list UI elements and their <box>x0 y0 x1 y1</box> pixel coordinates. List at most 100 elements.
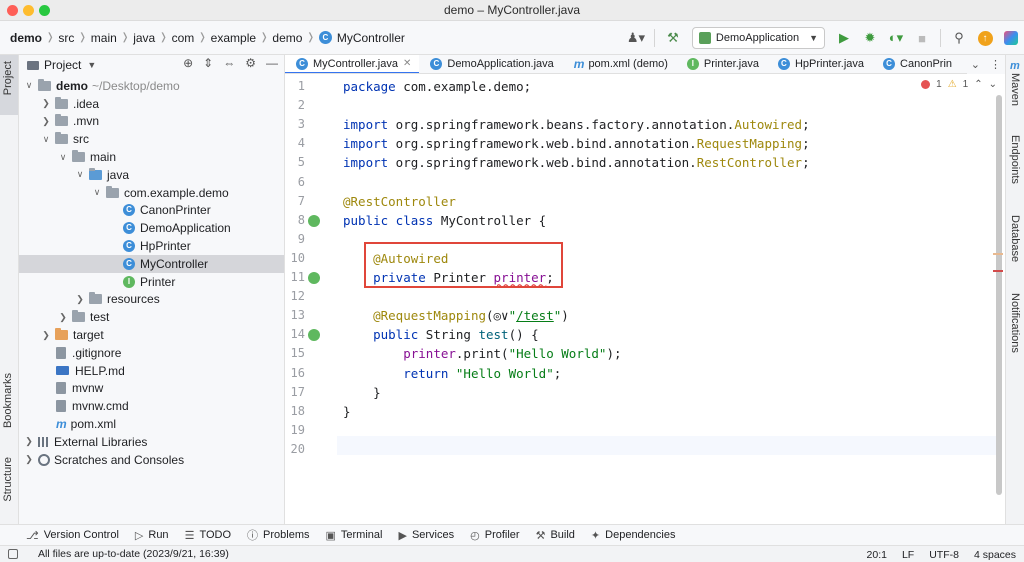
close-window-button[interactable] <box>7 5 18 16</box>
tree-item[interactable]: ❯ test <box>19 308 284 326</box>
breadcrumb-item[interactable]: demo <box>272 31 302 45</box>
chevron-down-icon[interactable]: ⌄ <box>971 58 980 71</box>
inspection-widget[interactable]: 1 ⚠ 1 ⌃ ⌄ <box>921 79 997 90</box>
stop-icon[interactable]: ■ <box>911 27 933 49</box>
toggle-tool-windows-icon[interactable] <box>8 549 18 559</box>
tree-item[interactable]: ∨ main <box>19 148 284 166</box>
structure-tool-button[interactable]: Structure <box>2 457 14 502</box>
chevron-right-icon[interactable]: ❯ <box>40 98 52 109</box>
chevron-down-icon[interactable]: ▼ <box>87 60 96 70</box>
chevron-down-icon[interactable]: ∨ <box>74 169 86 180</box>
tree-item[interactable]: ∨ com.example.demo <box>19 184 284 202</box>
breadcrumb-item[interactable]: src <box>58 31 74 45</box>
spring-bean-icon[interactable] <box>308 214 320 227</box>
tool-window-button[interactable]: ✦ Dependencies <box>591 529 676 542</box>
tool-window-button[interactable]: ⎇ Version Control <box>26 529 119 542</box>
project-panel-title[interactable]: Project <box>44 58 81 72</box>
chevron-right-icon[interactable]: ❯ <box>40 330 52 341</box>
editor-tab[interactable]: I Printer.java <box>676 55 767 73</box>
update-icon[interactable]: ↑ <box>974 27 996 49</box>
hide-panel-icon[interactable]: — <box>266 56 278 70</box>
locate-icon[interactable]: ⊕ <box>183 56 193 70</box>
chevron-right-icon[interactable]: ❯ <box>40 116 52 127</box>
tree-item[interactable]: ❯ target <box>19 326 284 344</box>
chevron-up-icon[interactable]: ⌃ <box>974 79 982 90</box>
notifications-tool-button[interactable]: Notifications <box>1009 293 1021 353</box>
coverage-icon[interactable]: ◐▾ <box>885 27 907 49</box>
chevron-right-icon[interactable]: ❯ <box>57 312 69 323</box>
chevron-down-icon[interactable]: ∨ <box>91 187 103 198</box>
tree-item[interactable]: mvnw.cmd <box>19 397 284 415</box>
breadcrumb-item[interactable]: main <box>91 31 117 45</box>
code-editor[interactable]: package com.example.demo; import org.spri… <box>337 75 997 524</box>
endpoints-tool-button[interactable]: Endpoints <box>1009 135 1021 184</box>
run-configuration-select[interactable]: DemoApplication ▼ <box>691 27 825 49</box>
indent-setting[interactable]: 4 spaces <box>974 549 1016 561</box>
breadcrumb-item[interactable]: example <box>211 31 256 45</box>
tool-window-button[interactable]: ☰ TODO <box>185 529 231 542</box>
editor-tab[interactable]: m pom.xml (demo) <box>562 55 676 73</box>
account-icon[interactable]: ♟▾ <box>625 27 647 49</box>
tree-item[interactable]: HELP.md <box>19 362 284 380</box>
breadcrumb-item[interactable]: java <box>133 31 155 45</box>
tool-window-button[interactable]: ▣ Terminal <box>325 529 382 542</box>
breadcrumb-item[interactable]: com <box>172 31 195 45</box>
chevron-down-icon[interactable]: ⌄ <box>989 79 997 90</box>
zoom-window-button[interactable] <box>39 5 50 16</box>
maven-tool-button[interactable]: Maven <box>1009 73 1021 106</box>
minimize-window-button[interactable] <box>23 5 34 16</box>
file-encoding[interactable]: UTF-8 <box>929 549 959 561</box>
search-icon[interactable]: ⚲ <box>948 27 970 49</box>
tree-item[interactable]: ∨ java <box>19 166 284 184</box>
tree-item[interactable]: .gitignore <box>19 344 284 362</box>
tree-item[interactable]: ❯ .mvn <box>19 113 284 131</box>
tree-item[interactable]: C HpPrinter <box>19 237 284 255</box>
close-icon[interactable]: ✕ <box>403 58 411 69</box>
chevron-right-icon[interactable]: ❯ <box>74 294 86 305</box>
expand-all-icon[interactable]: ⇕ <box>203 56 213 70</box>
chevron-down-icon[interactable]: ∨ <box>23 80 35 91</box>
vertical-scrollbar[interactable] <box>996 95 1002 495</box>
more-icon[interactable]: ⋮ <box>990 58 1001 71</box>
database-tool-button[interactable]: Database <box>1009 215 1021 262</box>
error-marker[interactable] <box>993 270 1003 272</box>
tree-item[interactable]: m pom.xml <box>19 415 284 433</box>
breadcrumb-item[interactable]: demo <box>10 31 42 45</box>
endpoint-icon[interactable] <box>308 329 320 342</box>
autowired-icon[interactable] <box>308 272 320 284</box>
bookmarks-tool-button[interactable]: Bookmarks <box>2 373 14 428</box>
line-separator[interactable]: LF <box>902 549 914 561</box>
editor-tab[interactable]: C CanonPrin <box>872 55 960 73</box>
chevron-down-icon[interactable]: ∨ <box>40 134 52 145</box>
tool-window-button[interactable]: ▶ Services <box>398 529 454 542</box>
tree-item[interactable]: C CanonPrinter <box>19 202 284 220</box>
tree-item[interactable]: ❯ Scratches and Consoles <box>19 451 284 469</box>
tree-item[interactable]: mvnw <box>19 380 284 398</box>
jetbrains-logo-icon[interactable] <box>1000 27 1022 49</box>
editor-tab[interactable]: C MyController.java ✕ <box>285 55 420 73</box>
chevron-down-icon[interactable]: ∨ <box>57 152 69 163</box>
warning-marker[interactable] <box>993 253 1003 255</box>
tool-window-button[interactable]: ⓘ Problems <box>247 527 309 543</box>
project-tool-button[interactable]: Project <box>0 55 18 115</box>
tree-item[interactable]: ❯ .idea <box>19 95 284 113</box>
chevron-right-icon[interactable]: ❯ <box>23 454 35 465</box>
tool-window-button[interactable]: ▷ Run <box>135 529 169 542</box>
caret-position[interactable]: 20:1 <box>867 549 887 561</box>
tree-item[interactable]: ∨ src <box>19 130 284 148</box>
chevron-right-icon[interactable]: ❯ <box>23 436 35 447</box>
collapse-all-icon[interactable]: ⇔ <box>223 56 235 70</box>
gear-icon[interactable]: ⚙ <box>245 56 256 70</box>
tree-item[interactable]: ❯ External Libraries <box>19 433 284 451</box>
tree-item[interactable]: C MyController <box>19 254 284 273</box>
tool-window-button[interactable]: ⚒ Build <box>536 529 575 542</box>
editor-tab[interactable]: C HpPrinter.java <box>767 55 872 73</box>
tool-window-button[interactable]: ◴ Profiler <box>470 529 519 542</box>
debug-icon[interactable]: ✹ <box>859 27 881 49</box>
breadcrumb-item[interactable]: MyController <box>337 31 405 45</box>
tree-item[interactable]: C DemoApplication <box>19 219 284 237</box>
run-icon[interactable]: ▶ <box>833 27 855 49</box>
build-hammer-icon[interactable]: ⚒ <box>662 27 684 49</box>
tree-item[interactable]: ❯ resources <box>19 291 284 309</box>
editor-tab[interactable]: C DemoApplication.java <box>419 55 561 73</box>
